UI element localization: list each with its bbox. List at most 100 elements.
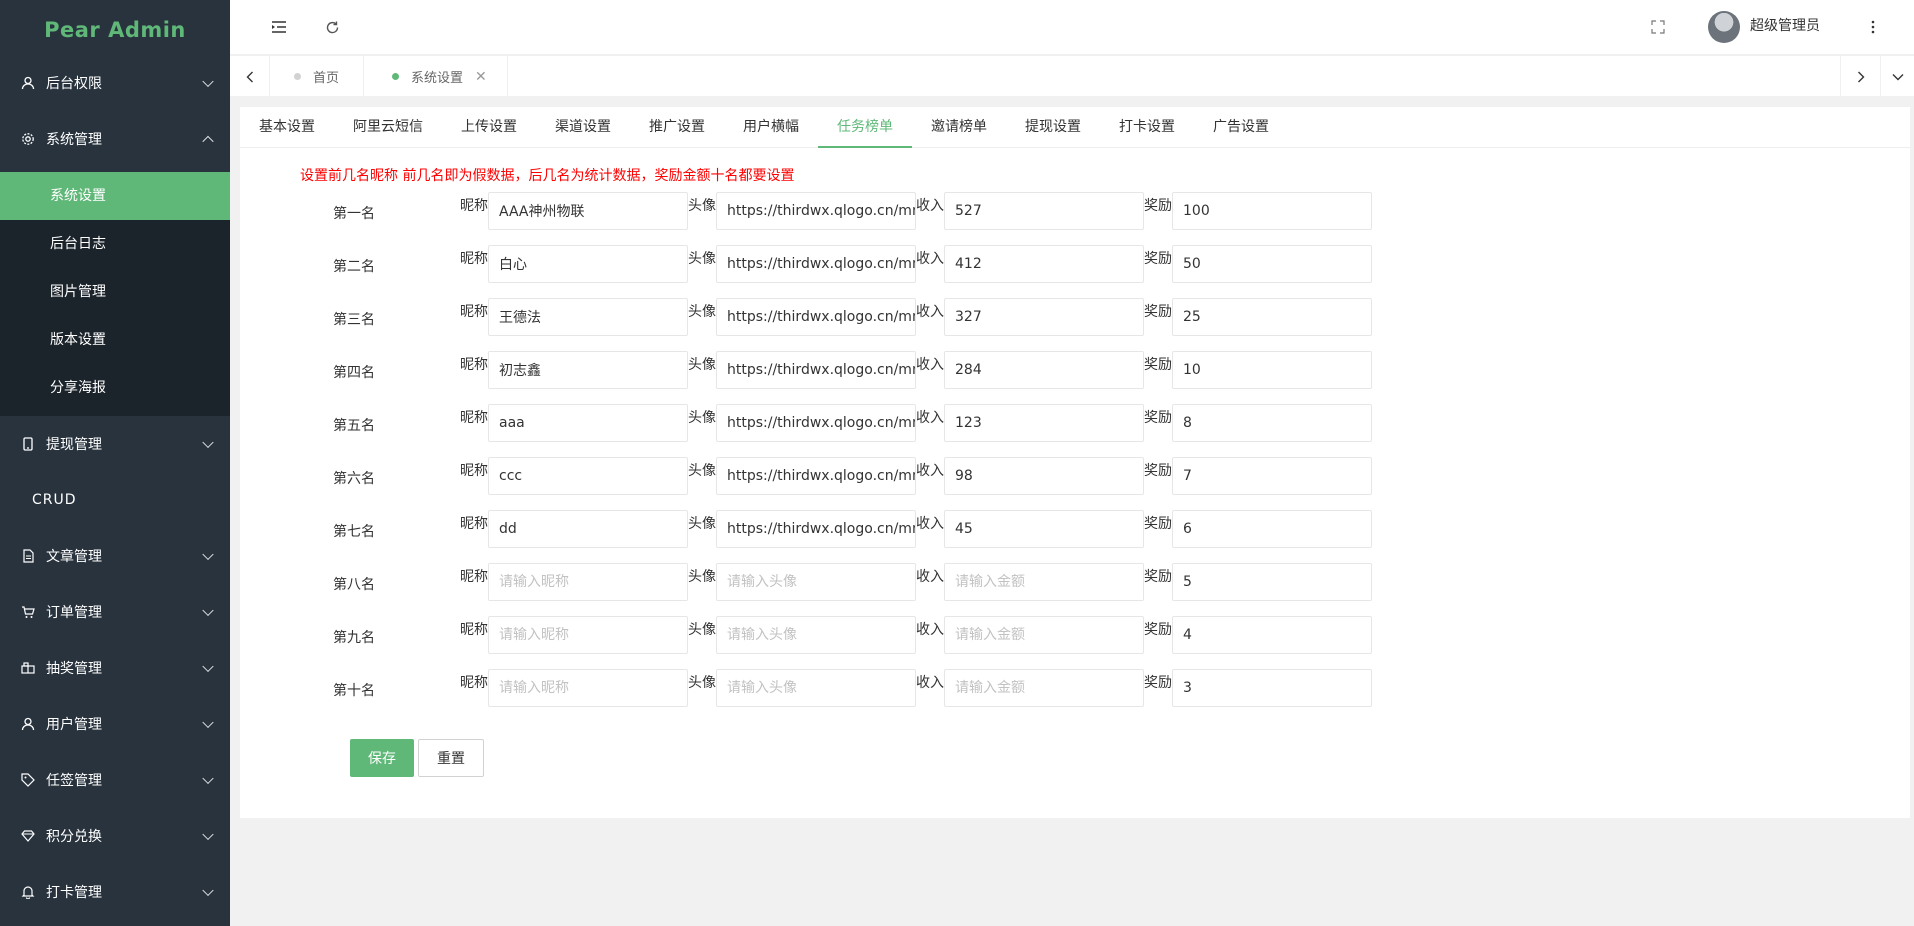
reward-input[interactable] xyxy=(1172,404,1372,442)
nickname-input[interactable] xyxy=(488,351,688,389)
rank-label: 第六名 xyxy=(333,471,375,487)
reward-input[interactable] xyxy=(1172,298,1372,336)
refresh-icon[interactable] xyxy=(321,16,343,38)
avatar-input[interactable] xyxy=(716,457,916,495)
nickname-input[interactable] xyxy=(488,192,688,230)
reset-button[interactable]: 重置 xyxy=(418,739,484,777)
submenu-version-settings[interactable]: 版本设置 xyxy=(0,316,230,364)
menu-checkin-management[interactable]: 打卡管理 xyxy=(0,864,230,920)
avatar-input[interactable] xyxy=(716,245,916,283)
subtab-promotion[interactable]: 推广设置 xyxy=(630,107,724,147)
avatar-input[interactable] xyxy=(716,351,916,389)
rank-label: 第七名 xyxy=(333,524,375,540)
reward-input[interactable] xyxy=(1172,245,1372,283)
nickname-input[interactable] xyxy=(488,616,688,654)
income-input[interactable] xyxy=(944,669,1144,707)
menu-signin-management[interactable]: 任签管理 xyxy=(0,752,230,808)
reward-input[interactable] xyxy=(1172,192,1372,230)
more-vertical-icon[interactable] xyxy=(1862,16,1884,38)
chevron-down-icon xyxy=(202,828,214,841)
subtab-channel[interactable]: 渠道设置 xyxy=(536,107,630,147)
subtab-user-banner[interactable]: 用户横幅 xyxy=(724,107,818,147)
nickname-input[interactable] xyxy=(488,457,688,495)
income-input[interactable] xyxy=(944,616,1144,654)
menu-crud[interactable]: CRUD xyxy=(0,472,230,528)
tab-dropdown-button[interactable] xyxy=(1880,56,1914,97)
menu-user-management[interactable]: 用户管理 xyxy=(0,696,230,752)
reward-label: 奖励 xyxy=(1144,410,1172,426)
menu-order-management[interactable]: 订单管理 xyxy=(0,584,230,640)
reward-label: 奖励 xyxy=(1144,569,1172,585)
rank-label: 第十名 xyxy=(333,683,375,699)
chevron-down-icon xyxy=(1892,73,1903,80)
avatar-input[interactable] xyxy=(716,669,916,707)
avatar-input[interactable] xyxy=(716,616,916,654)
fullscreen-icon[interactable] xyxy=(1647,16,1669,38)
income-input[interactable] xyxy=(944,351,1144,389)
income-label: 收入 xyxy=(916,516,944,532)
chevron-down-icon xyxy=(202,716,214,729)
avatar-label: 头像 xyxy=(688,622,716,638)
tab-next-button[interactable] xyxy=(1840,56,1880,97)
tab-home[interactable]: 首页 xyxy=(270,56,365,97)
reward-input[interactable] xyxy=(1172,616,1372,654)
avatar-input[interactable] xyxy=(716,563,916,601)
reward-input[interactable] xyxy=(1172,351,1372,389)
nickname-input[interactable] xyxy=(488,404,688,442)
reward-input[interactable] xyxy=(1172,669,1372,707)
menu-article-management[interactable]: 文章管理 xyxy=(0,528,230,584)
menu-system-management[interactable]: 系统管理 xyxy=(0,106,230,172)
subtab-aliyun-sms[interactable]: 阿里云短信 xyxy=(334,107,442,147)
avatar[interactable] xyxy=(1708,11,1740,43)
income-label: 收入 xyxy=(916,622,944,638)
submenu-share-poster[interactable]: 分享海报 xyxy=(0,364,230,416)
rank-label: 第一名 xyxy=(333,206,375,222)
avatar-label: 头像 xyxy=(688,357,716,373)
tab-prev-button[interactable] xyxy=(230,56,270,97)
menu-toggle-icon[interactable] xyxy=(268,16,290,38)
user-name[interactable]: 超级管理员 xyxy=(1750,15,1820,35)
nickname-input[interactable] xyxy=(488,669,688,707)
submenu-backend-log[interactable]: 后台日志 xyxy=(0,220,230,268)
subtab-task-ranking[interactable]: 任务榜单 xyxy=(818,107,912,148)
reward-input[interactable] xyxy=(1172,457,1372,495)
avatar-input[interactable] xyxy=(716,298,916,336)
income-input[interactable] xyxy=(944,192,1144,230)
submenu-system-settings[interactable]: 系统设置 xyxy=(0,172,230,220)
chevron-left-icon xyxy=(246,71,253,82)
income-input[interactable] xyxy=(944,245,1144,283)
chevron-right-icon xyxy=(1857,71,1864,82)
subtab-checkin[interactable]: 打卡设置 xyxy=(1100,107,1194,147)
income-label: 收入 xyxy=(916,304,944,320)
save-button[interactable]: 保存 xyxy=(350,739,414,777)
nickname-input[interactable] xyxy=(488,563,688,601)
income-input[interactable] xyxy=(944,298,1144,336)
reward-label: 奖励 xyxy=(1144,304,1172,320)
income-input[interactable] xyxy=(944,404,1144,442)
avatar-input[interactable] xyxy=(716,404,916,442)
subtab-invite-ranking[interactable]: 邀请榜单 xyxy=(912,107,1006,147)
reward-input[interactable] xyxy=(1172,510,1372,548)
nickname-input[interactable] xyxy=(488,298,688,336)
menu-backend-permission[interactable]: 后台权限 xyxy=(0,60,230,106)
menu-lottery-management[interactable]: 抽奖管理 xyxy=(0,640,230,696)
tab-system-settings[interactable]: 系统设置 ✕ xyxy=(368,56,508,97)
bell-icon xyxy=(20,884,36,900)
income-input[interactable] xyxy=(944,563,1144,601)
subtab-upload[interactable]: 上传设置 xyxy=(442,107,536,147)
income-input[interactable] xyxy=(944,457,1144,495)
menu-points-exchange[interactable]: 积分兑换 xyxy=(0,808,230,864)
submenu-image-management[interactable]: 图片管理 xyxy=(0,268,230,316)
subtab-withdraw[interactable]: 提现设置 xyxy=(1006,107,1100,147)
menu-withdraw-management[interactable]: 提现管理 xyxy=(0,416,230,472)
close-icon[interactable]: ✕ xyxy=(475,69,487,85)
income-input[interactable] xyxy=(944,510,1144,548)
avatar-label: 头像 xyxy=(688,410,716,426)
nickname-input[interactable] xyxy=(488,510,688,548)
subtab-ads[interactable]: 广告设置 xyxy=(1194,107,1288,147)
nickname-input[interactable] xyxy=(488,245,688,283)
reward-input[interactable] xyxy=(1172,563,1372,601)
avatar-input[interactable] xyxy=(716,192,916,230)
avatar-input[interactable] xyxy=(716,510,916,548)
subtab-basic[interactable]: 基本设置 xyxy=(240,107,334,147)
